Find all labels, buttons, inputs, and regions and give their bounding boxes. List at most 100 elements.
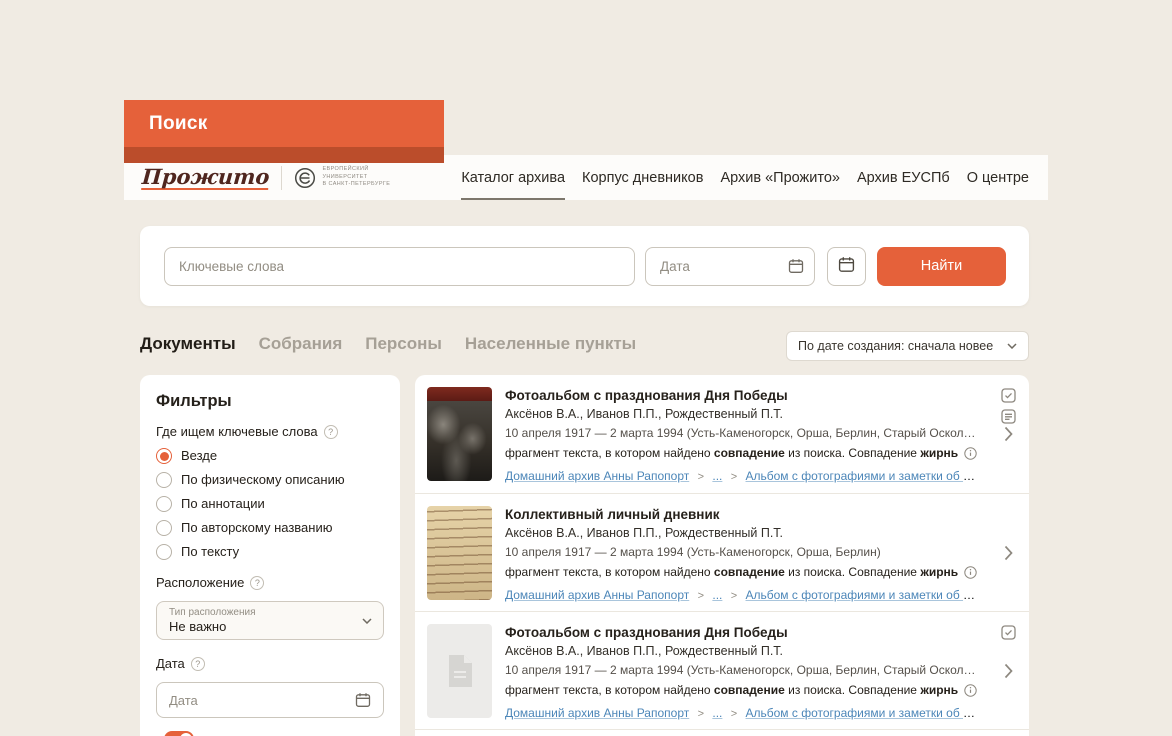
scope-option-everywhere[interactable]: Везде xyxy=(156,448,384,464)
result-thumbnail-photo[interactable] xyxy=(427,387,492,481)
tab-collections[interactable]: Собрания xyxy=(259,334,343,354)
keywords-input[interactable] xyxy=(164,247,635,286)
question-icon[interactable]: ? xyxy=(191,657,205,671)
result-indicator-icons xyxy=(1001,625,1016,640)
question-icon[interactable]: ? xyxy=(250,576,264,590)
filter-date-label-text: Дата xyxy=(156,656,185,672)
main-nav: Каталог архива Корпус дневников Архив «П… xyxy=(461,155,1029,200)
chevron-right-icon[interactable] xyxy=(1004,663,1013,679)
radio-icon xyxy=(156,520,172,536)
radio-icon xyxy=(156,544,172,560)
calendar-icon xyxy=(355,692,371,708)
nav-item-catalog[interactable]: Каталог архива xyxy=(461,155,565,200)
euspb-name-line1: ЕВРОПЕЙСКИЙ xyxy=(322,166,390,173)
breadcrumb-separator: > xyxy=(731,708,737,720)
page-title-tab-fold xyxy=(124,147,444,163)
location-label: Расположение ? xyxy=(156,575,384,591)
info-icon[interactable] xyxy=(964,566,977,579)
result-row[interactable]: Фотоальбом с празднования Дня Победы Акс… xyxy=(415,611,1029,729)
tab-persons[interactable]: Персоны xyxy=(365,334,442,354)
prozhito-logo[interactable]: Прожито xyxy=(141,165,270,190)
cut-off-toggle[interactable] xyxy=(164,731,194,736)
result-authors: Аксёнов В.А., Иванов П.П., Рождественный… xyxy=(505,644,977,659)
scope-label-text: Где ищем ключевые слова xyxy=(156,424,318,440)
euspb-name-line2: УНИВЕРСИТЕТ xyxy=(322,174,390,181)
result-indicator-icons xyxy=(1001,388,1016,424)
result-dates: 10 апреля 1917 — 2 марта 1994 (Усть-Каме… xyxy=(505,426,977,440)
tab-places[interactable]: Населенные пункты xyxy=(465,334,636,354)
scope-option-annotation[interactable]: По аннотации xyxy=(156,496,384,512)
result-breadcrumb: Домашний архив Анны Рапопорт > ... > Аль… xyxy=(505,588,977,604)
search-submit-button[interactable]: Найти xyxy=(877,247,1006,286)
result-title: Коллективный личный дневник xyxy=(505,507,977,523)
calendar-icon[interactable] xyxy=(788,258,804,279)
scope-option-author-title[interactable]: По авторскому названию xyxy=(156,520,384,536)
result-row[interactable]: Коллективный личный дневник Аксёнов В.А.… xyxy=(415,493,1029,611)
breadcrumb-separator: > xyxy=(698,471,704,483)
results-list: Фотоальбом с празднования Дня Победы Акс… xyxy=(415,375,1029,736)
scope-option-physical[interactable]: По физическому описанию xyxy=(156,472,384,488)
breadcrumb-link[interactable]: Домашний архив Анны Рапопорт xyxy=(505,469,689,483)
location-type-caption: Тип расположения xyxy=(169,607,353,618)
result-breadcrumb: Домашний архив Анны Рапопорт > ... > Аль… xyxy=(505,706,977,722)
tab-documents[interactable]: Документы xyxy=(140,334,236,354)
location-type-value: Не важно xyxy=(169,619,353,634)
page-title: Поиск xyxy=(149,113,208,135)
info-icon[interactable] xyxy=(964,684,977,697)
euspb-name: ЕВРОПЕЙСКИЙ УНИВЕРСИТЕТ В САНКТ-ПЕТЕРБУР… xyxy=(322,166,390,188)
breadcrumb-link[interactable]: Альбом с фотографиями и заметки об истор… xyxy=(746,706,978,720)
radio-label: Везде xyxy=(181,448,217,464)
filter-date-label: Дата ? xyxy=(156,656,384,672)
euspb-name-line3: В САНКТ-ПЕТЕРБУРГЕ xyxy=(322,181,390,188)
sort-select[interactable]: По дате создания: сначала новее xyxy=(786,331,1029,361)
radio-label: По физическому описанию xyxy=(181,472,345,488)
document-text-icon[interactable] xyxy=(1001,409,1016,424)
result-breadcrumb: Домашний архив Анны Рапопорт > ... > Аль… xyxy=(505,469,977,485)
header-divider xyxy=(281,166,282,190)
breadcrumb-link[interactable]: Домашний архив Анны Рапопорт xyxy=(505,706,689,720)
radio-icon xyxy=(156,472,172,488)
chevron-down-icon xyxy=(362,618,372,624)
page-title-tab: Поиск xyxy=(124,100,444,147)
breadcrumb-separator: > xyxy=(698,708,704,720)
chevron-right-icon[interactable] xyxy=(1004,426,1013,442)
result-thumbnail-manuscript[interactable] xyxy=(427,506,492,600)
chevron-down-icon xyxy=(1007,343,1017,349)
scope-option-text[interactable]: По тексту xyxy=(156,544,384,560)
filter-date-input[interactable]: Дата xyxy=(156,682,384,718)
info-icon[interactable] xyxy=(964,447,977,460)
breadcrumb-ellipsis[interactable]: ... xyxy=(712,588,722,602)
breadcrumb-link[interactable]: Домашний архив Анны Рапопорт xyxy=(505,588,689,602)
result-authors: Аксёнов В.А., Иванов П.П., Рождественный… xyxy=(505,526,977,541)
breadcrumb-separator: > xyxy=(698,590,704,602)
nav-item-corpus[interactable]: Корпус дневников xyxy=(582,155,703,200)
calendar-button[interactable] xyxy=(827,247,866,286)
result-dates: 10 апреля 1917 — 2 марта 1994 (Усть-Каме… xyxy=(505,663,977,677)
result-row[interactable]: Фотоальбом с празднования Дня Победы Акс… xyxy=(415,375,1029,493)
nav-item-about[interactable]: О центре xyxy=(967,155,1029,200)
result-authors: Аксёнов В.А., Иванов П.П., Рождественный… xyxy=(505,407,977,422)
result-thumbnail-placeholder[interactable] xyxy=(427,624,492,718)
breadcrumb-ellipsis[interactable]: ... xyxy=(712,706,722,720)
radio-label: По авторскому названию xyxy=(181,520,332,536)
select-document-icon[interactable] xyxy=(1001,388,1016,403)
scope-label: Где ищем ключевые слова ? xyxy=(156,424,384,440)
sort-value: По дате создания: сначала новее xyxy=(798,339,993,353)
breadcrumb-link[interactable]: Альбом с фотографиями и заметки об истор… xyxy=(746,469,978,483)
nav-item-archive-prozhito[interactable]: Архив «Прожито» xyxy=(720,155,840,200)
breadcrumb-link[interactable]: Альбом с фотографиями и заметки об истор… xyxy=(746,588,978,602)
select-document-icon[interactable] xyxy=(1001,625,1016,640)
nav-item-archive-euspb[interactable]: Архив ЕУСПб xyxy=(857,155,950,200)
calendar-icon xyxy=(838,256,855,276)
result-snippet: фрагмент текста, в котором найдено совпа… xyxy=(505,683,977,698)
next-result-partial xyxy=(415,729,1029,736)
location-type-select[interactable]: Тип расположения Не важно xyxy=(156,601,384,640)
radio-icon xyxy=(156,448,172,464)
page: Поиск Прожито ЕВРОПЕЙСКИЙ УНИВЕРСИТЕТ В … xyxy=(0,0,1172,736)
breadcrumb-ellipsis[interactable]: ... xyxy=(712,469,722,483)
result-body: Фотоальбом с празднования Дня Победы Акс… xyxy=(505,624,1017,717)
chevron-right-icon[interactable] xyxy=(1004,545,1013,561)
result-dates: 10 апреля 1917 — 2 марта 1994 (Усть-Каме… xyxy=(505,545,977,559)
filters-title: Фильтры xyxy=(156,391,384,411)
question-icon[interactable]: ? xyxy=(324,425,338,439)
